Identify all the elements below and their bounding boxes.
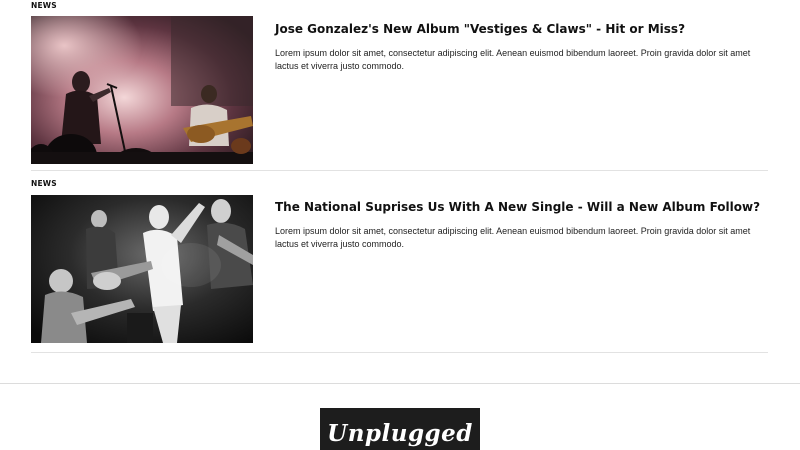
category-label[interactable]: NEWS [31, 1, 57, 10]
article-thumbnail[interactable] [31, 16, 253, 164]
logo-text: Unplugged [327, 420, 473, 447]
divider [31, 170, 768, 171]
article-excerpt: Lorem ipsum dolor sit amet, consectetur … [275, 226, 751, 249]
site-logo[interactable]: Unplugged [320, 408, 480, 450]
category-label[interactable]: NEWS [31, 179, 57, 188]
article-excerpt: Lorem ipsum dolor sit amet, consectetur … [275, 48, 751, 71]
page: NEWS Jose Gonzalez's New Album "Vestiges… [0, 0, 800, 450]
article-card: NEWS [31, 178, 768, 353]
article-title[interactable]: The National Suprises Us With A New Sing… [275, 200, 760, 214]
article-title[interactable]: Jose Gonzalez's New Album "Vestiges & Cl… [275, 22, 755, 36]
article-card: NEWS [31, 0, 768, 171]
footer-divider [0, 383, 800, 384]
concert-photo-color [31, 16, 253, 164]
concert-photo-bw [31, 195, 253, 343]
article-thumbnail[interactable] [31, 195, 253, 343]
divider [31, 352, 768, 353]
